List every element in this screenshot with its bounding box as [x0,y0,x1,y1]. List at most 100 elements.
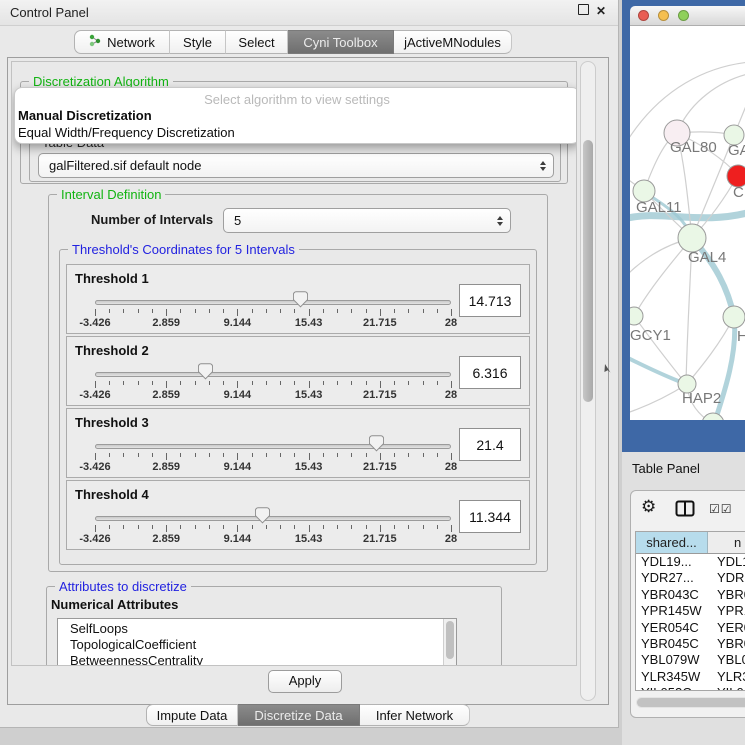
tick-label: -3.426 [65,389,125,401]
network-edge[interactable] [630,384,687,414]
tab-select[interactable]: Select [226,30,288,54]
apply-button[interactable]: Apply [268,670,342,693]
node-label: H [737,328,745,345]
slider-track[interactable] [95,300,451,305]
list-scrollbar[interactable] [443,619,456,666]
num-intervals-combobox[interactable]: 5 [223,208,511,233]
cell-shared-name: YPR145W [636,603,708,619]
table-row[interactable]: YBR043CYBR0 [636,587,745,603]
right-region: GAL80GACGAL11GAL4GCY1HHAP2 Table Panel ⚙… [622,0,745,745]
slider-tick [280,381,281,385]
numerical-attributes-list[interactable]: SelfLoopsTopologicalCoefficientBetweenne… [57,618,457,666]
slider-tick [351,309,352,313]
network-node-gal4[interactable] [678,224,706,252]
column-header-1[interactable]: shared... [636,532,708,553]
table-row[interactable]: YDL19...YDL1 [636,554,745,570]
popup-option-manual-discretization[interactable]: Manual Discretization [18,108,152,123]
column-header-2[interactable]: n [708,532,745,553]
popup-option-equal-width-frequency[interactable]: Equal Width/Frequency Discretization [18,125,235,140]
tick-label: 2.859 [136,317,196,329]
zoom-traffic-light-icon[interactable] [678,10,689,21]
threshold-value-field[interactable]: 14.713 [459,284,521,317]
table-row[interactable]: YPR145WYPR1 [636,603,745,619]
slider-tick [366,309,367,313]
slider-tick [437,525,438,529]
threshold-value-field[interactable]: 11.344 [459,500,521,533]
network-node[interactable] [702,413,724,420]
settings-scrollbar[interactable] [580,61,596,701]
table-row[interactable]: YER054CYER0 [636,620,745,636]
slider-tick [95,381,96,388]
scrollbar-thumb[interactable] [583,140,593,402]
slider-tick [95,309,96,316]
tick-label: 15.43 [279,389,339,401]
tab-jactivemnodules[interactable]: jActiveMNodules [394,30,512,54]
table-row[interactable]: YLR345WYLR3 [636,669,745,685]
table-horizontal-scrollbar[interactable] [636,697,745,708]
network-edge[interactable] [630,356,686,384]
slider-tick [223,525,224,529]
slider-handle[interactable] [293,291,308,308]
network-icon [89,34,102,50]
cell-shared-name: YIL052C [636,685,708,691]
table-data-combobox[interactable]: galFiltered.sif default node [38,153,554,178]
slider-tick [280,525,281,529]
slider-tick [180,453,181,457]
threshold-value-field[interactable]: 6.316 [459,356,521,389]
tab-label: Cyni Toolbox [303,35,377,50]
scrollbar-thumb[interactable] [637,698,745,707]
threshold-label: Threshold 1 [75,271,149,286]
network-node-gcy1[interactable] [630,307,643,325]
slider-track[interactable] [95,372,451,377]
slider-tick [408,525,409,529]
network-edge[interactable] [634,238,692,316]
tab-impute-data[interactable]: Impute Data [146,704,238,726]
thresholds-group: Threshold's Coordinates for 5 Intervals … [59,249,537,565]
tab-cyni-toolbox[interactable]: Cyni Toolbox [288,30,394,54]
slider-tick [252,525,253,529]
network-window-titlebar [630,6,745,26]
slider-handle[interactable] [369,435,384,452]
close-icon[interactable]: ✕ [594,4,608,18]
select-columns-checkboxes-icon[interactable]: ☑☑ [709,502,733,516]
float-window-icon[interactable] [576,4,590,18]
table-row[interactable]: YDR27...YDR2 [636,570,745,586]
tab-label: Style [183,35,212,50]
tab-network[interactable]: Network [74,30,170,54]
tab-style[interactable]: Style [170,30,226,54]
slider-track[interactable] [95,444,451,449]
network-canvas[interactable]: GAL80GACGAL11GAL4GCY1HHAP2 [630,26,745,420]
network-graph[interactable]: GAL80GACGAL11GAL4GCY1HHAP2 [630,26,745,420]
cell-name: YBL0 [708,652,745,668]
gear-icon[interactable]: ⚙ [641,497,656,517]
tick-label: 15.43 [279,533,339,545]
slider-tick [152,309,153,313]
slider-tick [408,453,409,457]
slider-tick [351,381,352,385]
network-node-h[interactable] [723,306,745,328]
tab-infer-network[interactable]: Infer Network [360,704,470,726]
slider-tick [394,525,395,529]
table-row[interactable]: YBL079WYBL0 [636,652,745,668]
tick-label: 9.144 [207,317,267,329]
slider-handle[interactable] [255,507,270,524]
table-row[interactable]: YIL052CYIL0 [636,685,745,691]
columns-icon[interactable] [675,500,695,520]
close-traffic-light-icon[interactable] [638,10,649,21]
network-edge[interactable] [677,74,745,133]
list-item[interactable]: SelfLoops [58,621,456,637]
slider-track[interactable] [95,516,451,521]
minimize-traffic-light-icon[interactable] [658,10,669,21]
list-item[interactable]: BetweennessCentrality [58,653,456,666]
threshold-panel-2: Threshold 2-3.4262.8599.14415.4321.71528… [66,336,530,406]
list-item[interactable]: TopologicalCoefficient [58,637,456,653]
slider-handle[interactable] [198,363,213,380]
slider-tick [166,309,167,316]
scrollbar-thumb[interactable] [446,621,454,659]
tick-label: 21.715 [350,461,410,473]
cell-shared-name: YBR045C [636,636,708,652]
slider-tick [152,525,153,529]
threshold-value-field[interactable]: 21.4 [459,428,521,461]
tab-discretize-data[interactable]: Discretize Data [238,704,360,726]
table-row[interactable]: YBR045CYBR0 [636,636,745,652]
